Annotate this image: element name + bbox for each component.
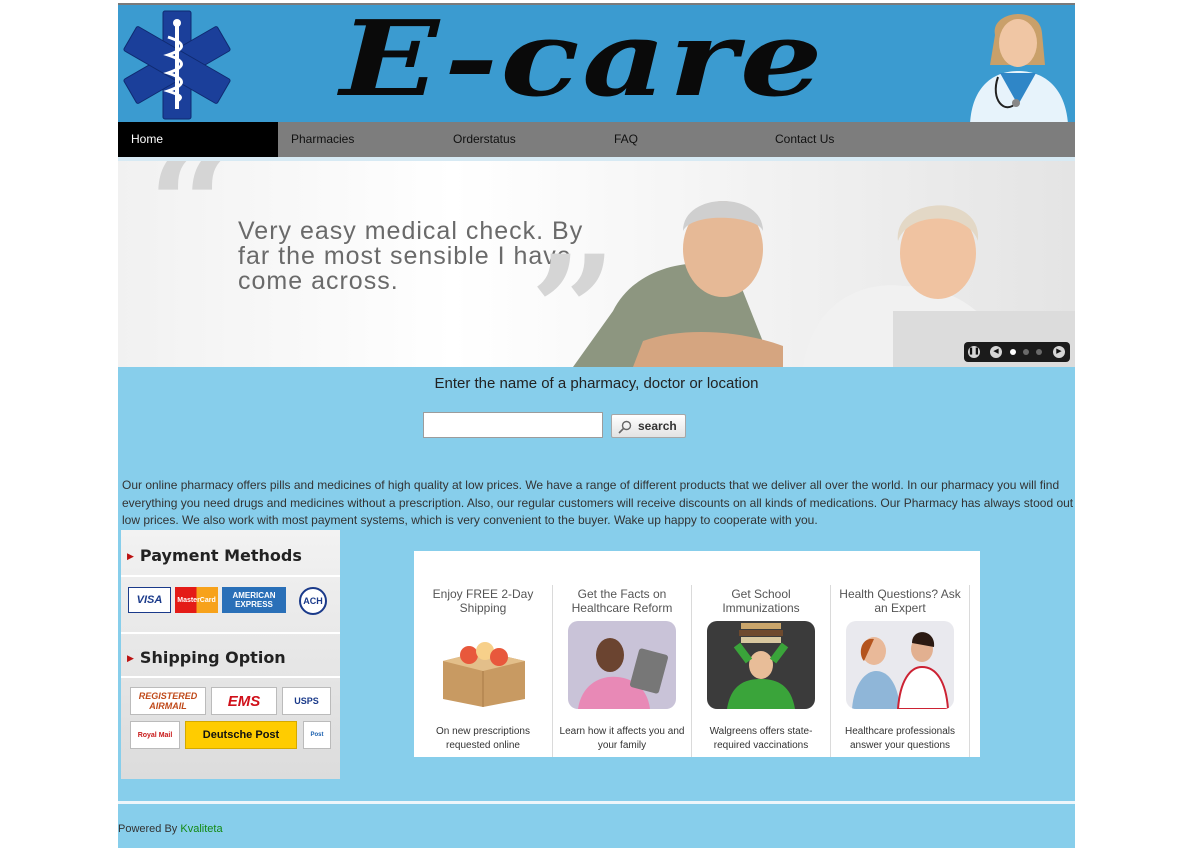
- footer-link-kvaliteta[interactable]: Kvaliteta: [180, 823, 222, 835]
- payment-methods-heading: ▶ Payment Methods: [127, 546, 302, 565]
- pharmacist-consultation-image: [846, 621, 954, 709]
- nav-faq[interactable]: FAQ: [614, 122, 638, 157]
- nav-contact-us[interactable]: Contact Us: [775, 122, 834, 157]
- promo-title: Get School Immunizations: [722, 587, 800, 615]
- slide-dot-3[interactable]: [1036, 349, 1042, 355]
- registered-airmail-logo: REGISTERED AIRMAIL: [130, 687, 206, 715]
- pause-icon[interactable]: ❚❚: [968, 346, 980, 358]
- promo-panel: Enjoy FREE 2-Day Shipping On new prescri…: [414, 551, 980, 757]
- open-quote-icon: “: [148, 161, 235, 294]
- senior-couple-image: [573, 201, 1075, 367]
- sidebar-divider: [121, 676, 340, 678]
- promo-caption: Walgreens offers state-required vaccinat…: [709, 726, 813, 751]
- footer-divider: [118, 801, 1075, 804]
- ach-logo: ACH: [299, 587, 327, 615]
- search-icon: [618, 420, 632, 434]
- promo-title: Enjoy FREE 2-Day Shipping: [432, 587, 534, 615]
- deutsche-post-logo: Deutsche Post: [185, 721, 297, 749]
- hero-slider[interactable]: “ Very easy medical check. By far the mo…: [118, 161, 1075, 367]
- shipping-option-title: Shipping Option: [139, 648, 286, 667]
- usps-logo: USPS: [282, 687, 331, 715]
- footer-prefix: Powered By: [118, 823, 181, 835]
- site-header: E-care: [118, 3, 1075, 124]
- shipping-box-image: [429, 621, 537, 709]
- search-prompt: Enter the name of a pharmacy, doctor or …: [434, 375, 759, 392]
- promo-card[interactable]: Enjoy FREE 2-Day Shipping On new prescri…: [414, 585, 552, 757]
- search-input[interactable]: [423, 412, 603, 438]
- sidebar-divider: [121, 575, 340, 577]
- promo-card[interactable]: Get School Immunizations Walgreens offer…: [692, 585, 830, 757]
- pharmacy-description: Our online pharmacy offers pills and med…: [122, 478, 1074, 527]
- student-with-books-image: [707, 621, 815, 709]
- promo-divider: [969, 585, 970, 757]
- ems-logo: EMS: [211, 687, 277, 715]
- post-logo: Post: [303, 721, 331, 749]
- brand-logo-text[interactable]: E-care: [340, 5, 825, 120]
- sidebar: ▶ Payment Methods VISA MasterCard AMERICA…: [121, 530, 340, 779]
- promo-card[interactable]: Get the Facts on Healthcare Reform Learn…: [553, 585, 691, 757]
- nav-home[interactable]: Home: [118, 122, 278, 157]
- bullet-triangle-icon: ▶: [127, 653, 134, 664]
- promo-title: Health Questions? Ask an Expert: [839, 587, 961, 615]
- next-slide-icon[interactable]: ▶: [1053, 346, 1065, 358]
- bullet-triangle-icon: ▶: [127, 551, 134, 562]
- search-button-label: search: [638, 419, 677, 433]
- royal-mail-logo: Royal Mail: [130, 721, 180, 749]
- promo-card[interactable]: Health Questions? Ask an Expert Healthca…: [831, 585, 969, 757]
- sidebar-divider: [121, 632, 340, 634]
- promo-caption: On new prescriptions requested online: [436, 726, 530, 751]
- promo-caption: Healthcare professionals answer your que…: [844, 726, 956, 751]
- nav-orderstatus[interactable]: Orderstatus: [453, 122, 516, 157]
- mastercard-logo: MasterCard: [175, 587, 218, 613]
- slider-controls: ❚❚ ◀ ▶: [964, 342, 1070, 362]
- page: E-care Home Pharmacies Orderstatus FAQ C…: [118, 3, 1075, 848]
- prev-slide-icon[interactable]: ◀: [990, 346, 1002, 358]
- slide-dot-2[interactable]: [1023, 349, 1029, 355]
- woman-with-tablet-image: [568, 621, 676, 709]
- search-button[interactable]: search: [611, 414, 686, 438]
- footer: Powered By Kvaliteta: [118, 823, 223, 835]
- payment-methods-title: Payment Methods: [139, 546, 302, 565]
- shipping-option-heading: ▶ Shipping Option: [127, 648, 286, 667]
- doctor-portrait-image: [970, 14, 1068, 124]
- american-express-logo: AMERICAN EXPRESS: [222, 587, 286, 613]
- promo-title: Get the Facts on Healthcare Reform: [571, 587, 673, 615]
- main-navigation: Home Pharmacies Orderstatus FAQ Contact …: [118, 122, 1075, 157]
- visa-logo: VISA: [128, 587, 171, 613]
- slide-dot-1[interactable]: [1010, 349, 1016, 355]
- nav-pharmacies[interactable]: Pharmacies: [291, 122, 354, 157]
- promo-caption: Learn how it affects you and your family: [559, 726, 685, 751]
- star-of-life-logo-icon[interactable]: [120, 9, 234, 121]
